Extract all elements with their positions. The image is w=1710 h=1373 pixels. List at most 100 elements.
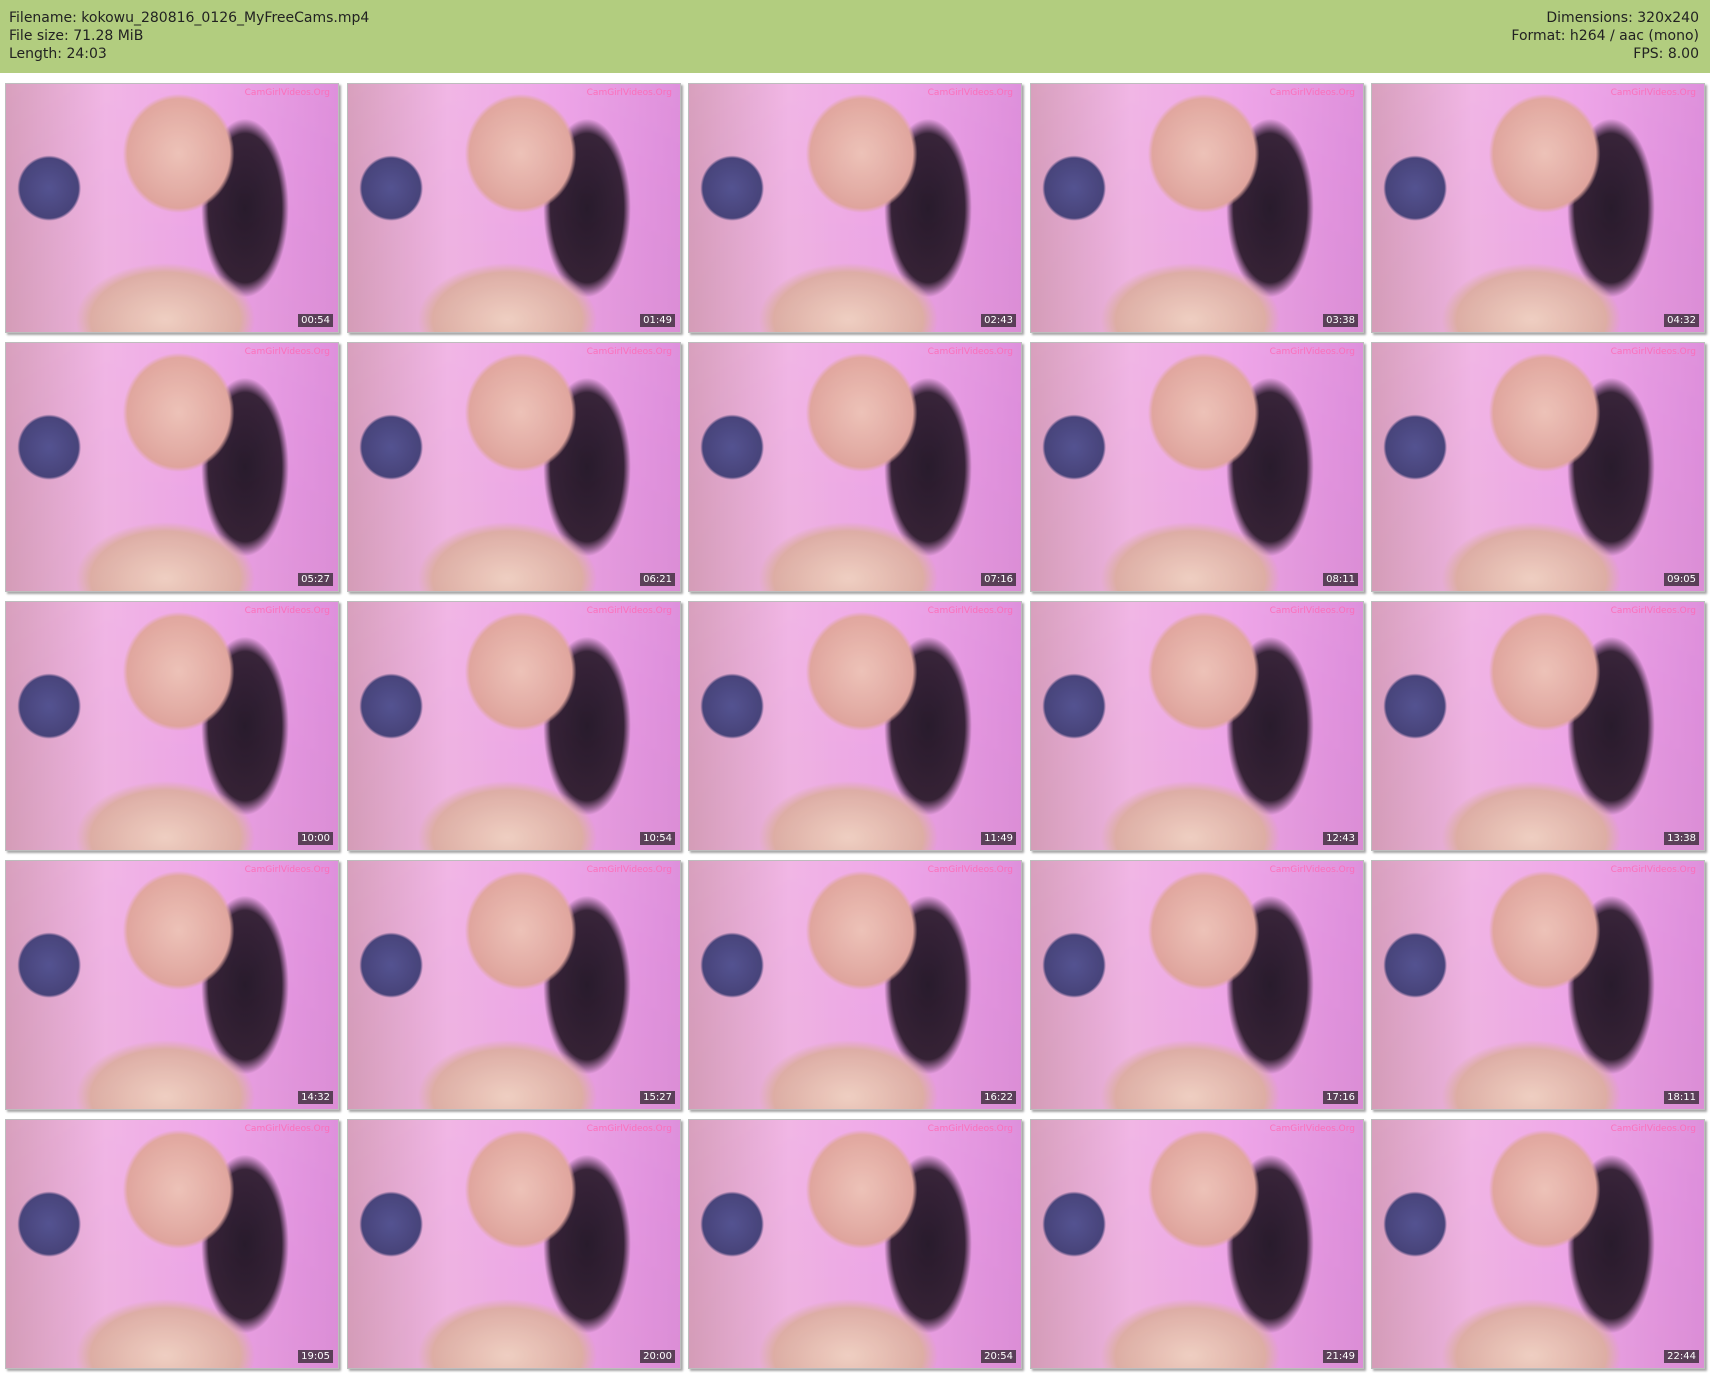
timestamp-label: 03:38 (1323, 314, 1358, 327)
thumbnail-frame-image (348, 1120, 680, 1368)
watermark-text: CamGirlVideos.Org (586, 1124, 672, 1134)
file-info: Filename: kokowu_280816_0126_MyFreeCams.… (9, 9, 369, 63)
watermark-text: CamGirlVideos.Org (1269, 347, 1355, 357)
watermark-text: CamGirlVideos.Org (244, 865, 330, 875)
thumbnail-frame-image (6, 1120, 338, 1368)
watermark-text: CamGirlVideos.Org (1610, 347, 1696, 357)
thumbnail-frame-image (689, 602, 1021, 850)
thumbnail-frame-image (689, 84, 1021, 332)
thumbnail-grid: CamGirlVideos.Org 00:54 CamGirlVideos.Org 0… (5, 83, 1705, 1369)
timestamp-label: 15:27 (640, 1091, 675, 1104)
video-thumbnail[interactable]: CamGirlVideos.Org 13:38 (1371, 601, 1705, 851)
thumbnail-frame-image (1031, 1120, 1363, 1368)
thumbnail-frame-image (689, 861, 1021, 1109)
timestamp-label: 18:11 (1664, 1091, 1699, 1104)
thumbnail-frame-image (1031, 602, 1363, 850)
length-text: Length: 24:03 (9, 46, 107, 62)
thumbnail-frame-image (6, 602, 338, 850)
video-thumbnail[interactable]: CamGirlVideos.Org 00:54 (5, 83, 339, 333)
thumbnail-frame-image (1372, 84, 1704, 332)
watermark-text: CamGirlVideos.Org (927, 606, 1013, 616)
timestamp-label: 05:27 (298, 573, 333, 586)
format-text: Format: h264 / aac (mono) (1511, 28, 1699, 44)
video-thumbnail[interactable]: CamGirlVideos.Org 22:44 (1371, 1119, 1705, 1369)
video-thumbnail[interactable]: CamGirlVideos.Org 20:00 (347, 1119, 681, 1369)
watermark-text: CamGirlVideos.Org (1610, 606, 1696, 616)
video-thumbnail[interactable]: CamGirlVideos.Org 15:27 (347, 860, 681, 1110)
video-thumbnail[interactable]: CamGirlVideos.Org 10:54 (347, 601, 681, 851)
timestamp-label: 20:00 (640, 1350, 675, 1363)
video-thumbnail[interactable]: CamGirlVideos.Org 18:11 (1371, 860, 1705, 1110)
timestamp-label: 13:38 (1664, 832, 1699, 845)
thumbnail-frame-image (1031, 84, 1363, 332)
media-info: Dimensions: 320x240 Format: h264 / aac (… (1511, 9, 1699, 63)
timestamp-label: 06:21 (640, 573, 675, 586)
thumbnail-frame-image (6, 861, 338, 1109)
info-header: Filename: kokowu_280816_0126_MyFreeCams.… (0, 0, 1710, 73)
thumbnail-frame-image (1031, 861, 1363, 1109)
video-thumbnail[interactable]: CamGirlVideos.Org 20:54 (688, 1119, 1022, 1369)
video-thumbnail[interactable]: CamGirlVideos.Org 05:27 (5, 342, 339, 592)
timestamp-label: 07:16 (981, 573, 1016, 586)
timestamp-label: 19:05 (298, 1350, 333, 1363)
timestamp-label: 22:44 (1664, 1350, 1699, 1363)
thumbnail-frame-image (348, 343, 680, 591)
timestamp-label: 11:49 (981, 832, 1016, 845)
watermark-text: CamGirlVideos.Org (586, 606, 672, 616)
watermark-text: CamGirlVideos.Org (1269, 865, 1355, 875)
watermark-text: CamGirlVideos.Org (1269, 88, 1355, 98)
timestamp-label: 04:32 (1664, 314, 1699, 327)
thumbnail-frame-image (348, 602, 680, 850)
video-thumbnail[interactable]: CamGirlVideos.Org 01:49 (347, 83, 681, 333)
watermark-text: CamGirlVideos.Org (1269, 606, 1355, 616)
watermark-text: CamGirlVideos.Org (586, 88, 672, 98)
video-thumbnail[interactable]: CamGirlVideos.Org 06:21 (347, 342, 681, 592)
video-thumbnail[interactable]: CamGirlVideos.Org 11:49 (688, 601, 1022, 851)
fps-text: FPS: 8.00 (1633, 46, 1699, 62)
video-thumbnail[interactable]: CamGirlVideos.Org 08:11 (1030, 342, 1364, 592)
watermark-text: CamGirlVideos.Org (927, 347, 1013, 357)
thumbnail-frame-image (1031, 343, 1363, 591)
filename-text: Filename: kokowu_280816_0126_MyFreeCams.… (9, 10, 370, 26)
timestamp-label: 08:11 (1323, 573, 1358, 586)
timestamp-label: 00:54 (298, 314, 333, 327)
video-thumbnail[interactable]: CamGirlVideos.Org 14:32 (5, 860, 339, 1110)
timestamp-label: 02:43 (981, 314, 1016, 327)
video-thumbnail[interactable]: CamGirlVideos.Org 16:22 (688, 860, 1022, 1110)
video-thumbnail[interactable]: CamGirlVideos.Org 17:16 (1030, 860, 1364, 1110)
thumbnail-frame-image (348, 84, 680, 332)
video-thumbnail[interactable]: CamGirlVideos.Org 04:32 (1371, 83, 1705, 333)
video-thumbnail[interactable]: CamGirlVideos.Org 10:00 (5, 601, 339, 851)
watermark-text: CamGirlVideos.Org (1610, 1124, 1696, 1134)
timestamp-label: 09:05 (1664, 573, 1699, 586)
video-thumbnail[interactable]: CamGirlVideos.Org 03:38 (1030, 83, 1364, 333)
watermark-text: CamGirlVideos.Org (1610, 88, 1696, 98)
watermark-text: CamGirlVideos.Org (244, 88, 330, 98)
video-thumbnail[interactable]: CamGirlVideos.Org 07:16 (688, 342, 1022, 592)
watermark-text: CamGirlVideos.Org (244, 347, 330, 357)
dimensions-text: Dimensions: 320x240 (1546, 10, 1699, 26)
thumbnail-frame-image (348, 861, 680, 1109)
thumbnail-frame-image (1372, 861, 1704, 1109)
thumbnail-frame-image (1372, 1120, 1704, 1368)
watermark-text: CamGirlVideos.Org (244, 1124, 330, 1134)
video-thumbnail[interactable]: CamGirlVideos.Org 09:05 (1371, 342, 1705, 592)
watermark-text: CamGirlVideos.Org (244, 606, 330, 616)
video-thumbnail[interactable]: CamGirlVideos.Org 19:05 (5, 1119, 339, 1369)
timestamp-label: 14:32 (298, 1091, 333, 1104)
timestamp-label: 17:16 (1323, 1091, 1358, 1104)
watermark-text: CamGirlVideos.Org (927, 865, 1013, 875)
watermark-text: CamGirlVideos.Org (927, 1124, 1013, 1134)
watermark-text: CamGirlVideos.Org (927, 88, 1013, 98)
thumbnail-frame-image (689, 1120, 1021, 1368)
timestamp-label: 16:22 (981, 1091, 1016, 1104)
video-thumbnail[interactable]: CamGirlVideos.Org 21:49 (1030, 1119, 1364, 1369)
video-thumbnail[interactable]: CamGirlVideos.Org 02:43 (688, 83, 1022, 333)
watermark-text: CamGirlVideos.Org (1269, 1124, 1355, 1134)
timestamp-label: 01:49 (640, 314, 675, 327)
timestamp-label: 21:49 (1323, 1350, 1358, 1363)
timestamp-label: 10:54 (640, 832, 675, 845)
filesize-text: File size: 71.28 MiB (9, 28, 144, 44)
thumbnail-frame-image (6, 84, 338, 332)
video-thumbnail[interactable]: CamGirlVideos.Org 12:43 (1030, 601, 1364, 851)
